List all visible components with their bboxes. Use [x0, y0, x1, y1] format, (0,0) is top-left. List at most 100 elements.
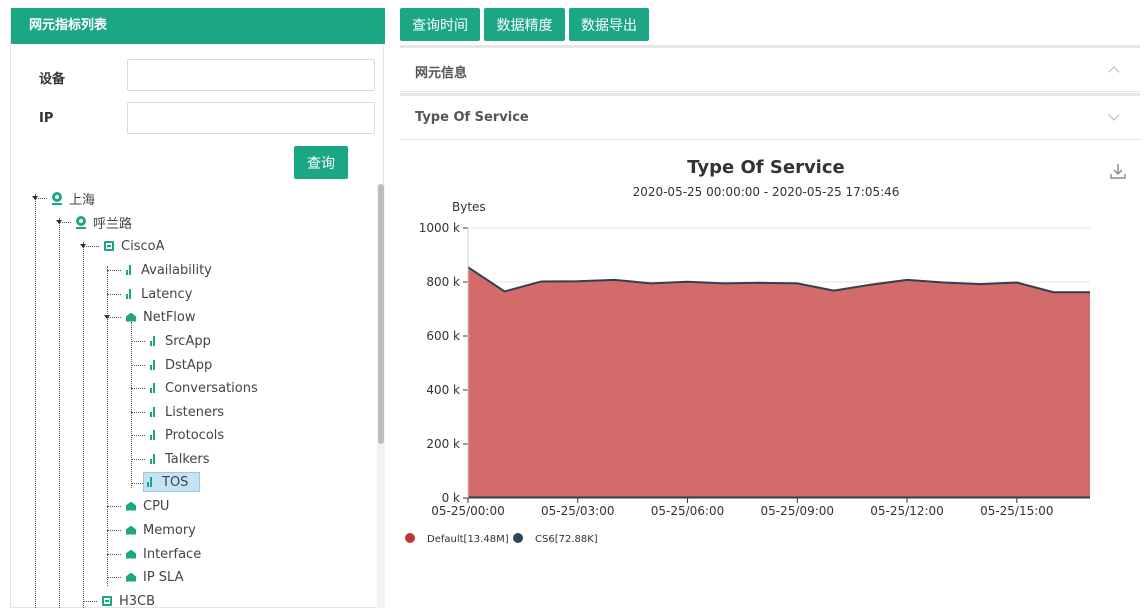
tree-node-h3cb[interactable]: H3CB: [99, 591, 158, 608]
y-axis-label: Bytes: [452, 200, 486, 214]
tree-node-label: TOS: [162, 474, 189, 490]
legend-marker: [405, 533, 415, 543]
ip-input[interactable]: [127, 102, 375, 134]
tree-node-cpu[interactable]: CPU: [123, 496, 172, 516]
tree-node-shanghai[interactable]: 上海: [49, 188, 98, 208]
chart-title: Type Of Service: [687, 157, 845, 178]
tree-node-listeners[interactable]: Listeners: [147, 402, 227, 422]
ne-info-section[interactable]: 网元信息: [400, 48, 1140, 92]
device-filter-row: 设备: [11, 59, 385, 93]
tree-node-label: Interface: [143, 546, 202, 562]
tree-guide-line: [35, 194, 36, 608]
tree-node-label: 呼兰路: [93, 216, 133, 232]
bar-chart-icon: [150, 336, 158, 346]
x-tick-label: 05-25/06:00: [651, 504, 725, 518]
tree-node-cisco-a[interactable]: CiscoA: [101, 236, 167, 256]
tree-node-protocols[interactable]: Protocols: [147, 425, 227, 445]
data-precision-button[interactable]: 数据精度: [484, 8, 565, 41]
tree-node-tos-selected[interactable]: TOS: [143, 472, 200, 492]
tree-node-label: Protocols: [165, 427, 225, 443]
x-tick-label: 05-25/09:00: [761, 504, 835, 518]
tree-connector: [107, 530, 121, 531]
tree-node-conversations[interactable]: Conversations: [147, 378, 261, 398]
tree-node-label: Memory: [143, 522, 196, 538]
tree-connector: [131, 435, 145, 436]
device-icon: [104, 241, 114, 251]
tree-node-label: NetFlow: [143, 309, 196, 325]
y-tick-label: 800 k: [426, 275, 460, 289]
bar-chart-icon: [126, 289, 134, 299]
bar-chart-icon: [126, 265, 134, 275]
tree-guide-line: [131, 322, 132, 488]
query-time-button[interactable]: 查询时间: [400, 8, 480, 41]
tree-node-hulan-road[interactable]: 呼兰路: [73, 212, 135, 232]
tree-connector: [107, 554, 121, 555]
tree-node-label: IP SLA: [143, 569, 184, 585]
series-area-default: [468, 267, 1090, 498]
y-tick-label: 600 k: [426, 329, 460, 343]
y-tick-label: 400 k: [426, 383, 460, 397]
x-tick-label: 05-25/03:00: [541, 504, 615, 518]
tree-scrollbar-thumb[interactable]: [378, 184, 384, 444]
tree-node-label: Availability: [141, 262, 212, 278]
download-icon[interactable]: [1109, 162, 1127, 180]
legend-label: Default[13.48M]: [427, 534, 509, 545]
tree-node-memory[interactable]: Memory: [123, 520, 199, 540]
expand-caret-icon[interactable]: [32, 196, 38, 200]
tree-connector: [131, 412, 145, 413]
ne-info-title: 网元信息: [415, 66, 468, 81]
tree-node-latency[interactable]: Latency: [123, 284, 195, 304]
tree-node-availability[interactable]: Availability: [123, 260, 215, 280]
tree-node-label: CiscoA: [121, 238, 165, 254]
expand-caret-icon[interactable]: [56, 220, 62, 224]
legend-marker: [513, 533, 523, 543]
tree-node-label: Conversations: [165, 380, 258, 396]
data-export-button[interactable]: 数据导出: [569, 8, 649, 41]
tree-connector: [107, 506, 121, 507]
tree-node-label: DstApp: [165, 357, 213, 373]
location-pin-icon: [52, 191, 62, 205]
query-button[interactable]: 查询: [294, 146, 348, 179]
expand-caret-icon[interactable]: [104, 315, 110, 319]
tree-node-netflow[interactable]: NetFlow: [123, 307, 199, 327]
device-icon: [102, 596, 112, 606]
tos-section-title: Type Of Service: [415, 110, 529, 125]
x-tick-label: 05-25/15:00: [980, 504, 1054, 518]
tree-node-label: Latency: [141, 286, 193, 302]
tree-node-dstapp[interactable]: DstApp: [147, 355, 215, 375]
tree-guide-line: [107, 266, 108, 586]
expand-chevron-icon[interactable]: [1108, 109, 1120, 121]
tos-section[interactable]: Type Of Service: [400, 96, 1140, 140]
ip-filter-row: IP: [11, 102, 385, 136]
collapse-chevron-icon[interactable]: [1108, 66, 1120, 78]
metric-tree: 上海 呼兰路 CiscoA Availability Latency NetFl…: [11, 184, 377, 608]
tree-connector: [107, 270, 121, 271]
panel-title: 网元指标列表: [11, 8, 385, 44]
folder-icon: [126, 312, 136, 322]
device-input[interactable]: [127, 59, 375, 91]
tree-node-interface[interactable]: Interface: [123, 544, 204, 564]
x-tick-label: 05-25/00:00: [431, 504, 505, 518]
tree-connector: [131, 459, 145, 460]
tree-connector: [131, 388, 145, 389]
chart-subtitle: 2020-05-25 00:00:00 - 2020-05-25 17:05:4…: [632, 185, 900, 199]
tree-node-label: Talkers: [165, 451, 210, 467]
folder-icon: [126, 501, 136, 511]
tree-connector: [107, 294, 121, 295]
tree-node-ip-sla[interactable]: IP SLA: [123, 567, 187, 587]
tree-node-label: CPU: [143, 498, 170, 514]
series-line-default: [467, 266, 1090, 294]
y-tick-label: 200 k: [426, 437, 460, 451]
expand-caret-icon[interactable]: [80, 244, 86, 248]
tree-connector: [131, 483, 143, 484]
tree-node-label: 上海: [69, 192, 96, 208]
tree-connector: [131, 365, 145, 366]
legend-label: CS6[72.88K]: [535, 534, 598, 545]
tree-node-srcapp[interactable]: SrcApp: [147, 331, 214, 351]
x-tick-label: 05-25/12:00: [870, 504, 944, 518]
location-pin-icon: [76, 215, 86, 229]
tree-node-talkers[interactable]: Talkers: [147, 449, 213, 469]
y-tick-label: 1000 k: [419, 221, 460, 235]
tree-connector: [107, 577, 121, 578]
tree-connector: [131, 341, 145, 342]
